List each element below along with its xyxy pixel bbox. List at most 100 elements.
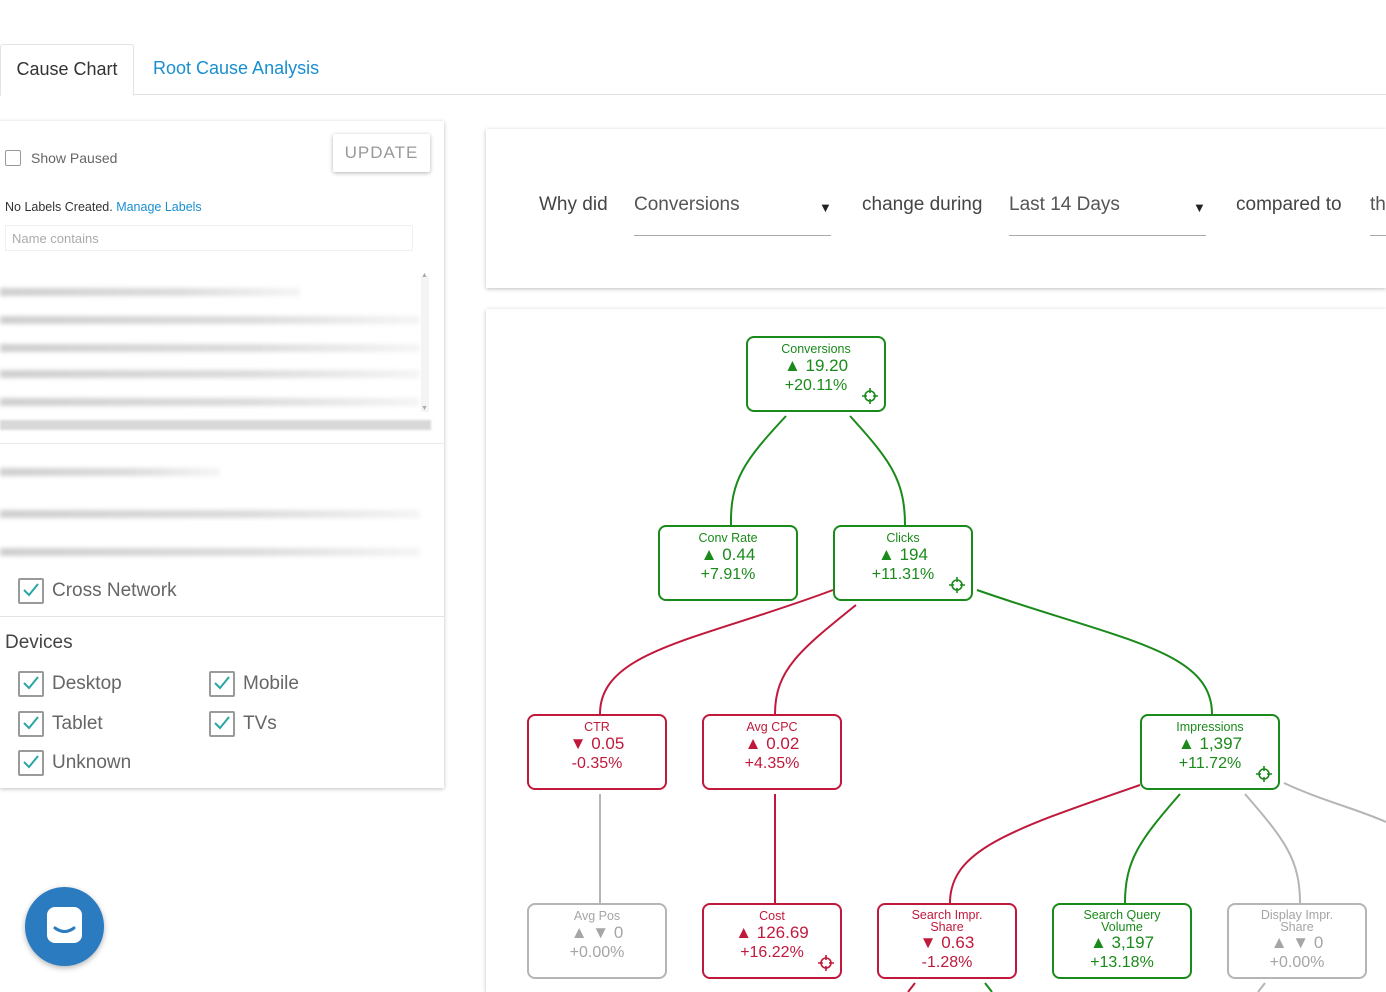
cross-network-option[interactable]: Cross Network bbox=[18, 578, 177, 604]
no-labels-text: No Labels Created. bbox=[5, 200, 113, 214]
device-mobile-label: Mobile bbox=[243, 673, 299, 694]
device-desktop-label: Desktop bbox=[52, 673, 122, 694]
list-item[interactable] bbox=[0, 468, 220, 476]
device-tablet-label: Tablet bbox=[52, 713, 103, 734]
show-paused-option[interactable]: Show Paused bbox=[5, 150, 117, 166]
device-mobile-option[interactable]: Mobile bbox=[209, 671, 299, 697]
comparison-select-value: th bbox=[1370, 194, 1386, 215]
crosshair-icon[interactable] bbox=[1256, 766, 1272, 782]
node-percent: +7.91% bbox=[700, 566, 756, 583]
show-paused-label: Show Paused bbox=[31, 150, 118, 166]
node-display-impr-share[interactable]: Display Impr. Share ▲ ▼ 0 +0.00% bbox=[1227, 903, 1367, 979]
device-desktop-checkbox[interactable] bbox=[18, 671, 44, 697]
node-title: Clicks bbox=[886, 531, 920, 545]
node-percent: +13.18% bbox=[1090, 954, 1154, 971]
node-percent: +4.35% bbox=[744, 755, 800, 772]
node-value: ▲ 126.69 bbox=[735, 923, 809, 942]
scroll-up-icon[interactable]: ▲ bbox=[421, 272, 428, 279]
node-title: CTR bbox=[584, 720, 610, 734]
node-percent: +0.00% bbox=[569, 944, 625, 961]
node-value: ▲ 1,397 bbox=[1177, 734, 1243, 753]
crosshair-icon[interactable] bbox=[862, 388, 878, 404]
node-avg-pos[interactable]: Avg Pos ▲ ▼ 0 +0.00% bbox=[527, 903, 667, 979]
metric-select[interactable]: Conversions bbox=[634, 194, 831, 236]
tab-root-cause-analysis[interactable]: Root Cause Analysis bbox=[153, 44, 319, 94]
device-tvs-option[interactable]: TVs bbox=[209, 711, 277, 737]
update-button[interactable]: UPDATE bbox=[333, 134, 430, 172]
device-unknown-label: Unknown bbox=[52, 752, 132, 773]
comparison-select[interactable]: th bbox=[1370, 194, 1386, 236]
cross-network-checkbox[interactable] bbox=[18, 578, 44, 604]
node-title: Cost bbox=[759, 909, 785, 923]
scroll-down-icon[interactable]: ▼ bbox=[421, 405, 428, 412]
labels-info: No Labels Created. Manage Labels bbox=[5, 200, 202, 214]
dropdown-arrow-icon[interactable]: ▼ bbox=[1193, 200, 1206, 215]
chat-launcher-button[interactable] bbox=[25, 887, 104, 966]
list-item[interactable] bbox=[0, 510, 420, 518]
node-title: Impressions bbox=[1176, 720, 1244, 734]
node-search-query-volume[interactable]: Search Query Volume ▲ 3,197 +13.18% bbox=[1052, 903, 1192, 979]
checkmark-icon bbox=[214, 676, 230, 690]
list-item[interactable] bbox=[0, 316, 420, 324]
node-clicks[interactable]: Clicks ▲ 194 +11.31% bbox=[833, 525, 973, 601]
change-during-text: change during bbox=[862, 194, 983, 215]
checkmark-icon bbox=[23, 755, 39, 769]
period-select[interactable]: Last 14 Days bbox=[1009, 194, 1206, 236]
checkmark-icon bbox=[23, 583, 39, 597]
device-tvs-label: TVs bbox=[243, 713, 277, 734]
horizontal-scrollbar[interactable] bbox=[0, 420, 431, 430]
list-item[interactable] bbox=[0, 344, 420, 352]
checkmark-icon bbox=[214, 716, 230, 730]
metric-select-value: Conversions bbox=[634, 194, 740, 215]
device-unknown-option[interactable]: Unknown bbox=[18, 750, 131, 776]
chat-icon bbox=[47, 907, 82, 943]
checkmark-icon bbox=[23, 676, 39, 690]
node-value: ▲ ▼ 0 bbox=[1270, 933, 1324, 952]
node-percent: -1.28% bbox=[921, 954, 973, 971]
show-paused-checkbox[interactable] bbox=[5, 150, 21, 166]
device-mobile-checkbox[interactable] bbox=[209, 671, 235, 697]
node-impressions[interactable]: Impressions ▲ 1,397 +11.72% bbox=[1140, 714, 1280, 790]
node-title: Avg Pos bbox=[573, 909, 621, 923]
compared-to-text: compared to bbox=[1236, 194, 1342, 215]
why-did-text: Why did bbox=[539, 194, 608, 215]
node-percent: -0.35% bbox=[571, 755, 623, 772]
node-value: ▼ 0.63 bbox=[919, 933, 975, 952]
device-unknown-checkbox[interactable] bbox=[18, 750, 44, 776]
crosshair-icon[interactable] bbox=[949, 577, 965, 593]
divider bbox=[0, 443, 444, 444]
list-item[interactable] bbox=[0, 370, 420, 378]
campaign-list[interactable] bbox=[0, 272, 432, 432]
name-contains-input[interactable]: Name contains bbox=[5, 225, 413, 251]
node-cost[interactable]: Cost ▲ 126.69 +16.22% bbox=[702, 903, 842, 979]
list-item[interactable] bbox=[0, 548, 420, 556]
node-value: ▲ 194 bbox=[878, 545, 928, 564]
device-tvs-checkbox[interactable] bbox=[209, 711, 235, 737]
devices-title: Devices bbox=[5, 632, 73, 653]
list-item[interactable] bbox=[0, 398, 420, 406]
tab-cause-chart[interactable]: Cause Chart bbox=[0, 44, 134, 96]
node-value: ▲ ▼ 0 bbox=[570, 923, 624, 942]
node-value: ▲ 0.02 bbox=[744, 734, 800, 753]
node-ctr[interactable]: CTR ▼ 0.05 -0.35% bbox=[527, 714, 667, 790]
node-conversions[interactable]: Conversions ▲ 19.20 +20.11% bbox=[746, 336, 886, 412]
node-title-line2: Share bbox=[1280, 920, 1314, 934]
node-conv-rate[interactable]: Conv Rate ▲ 0.44 +7.91% bbox=[658, 525, 798, 601]
list-scrollbar[interactable] bbox=[421, 276, 429, 412]
node-avg-cpc[interactable]: Avg CPC ▲ 0.02 +4.35% bbox=[702, 714, 842, 790]
checkmark-icon bbox=[23, 716, 39, 730]
device-desktop-option[interactable]: Desktop bbox=[18, 671, 122, 697]
tab-bar: Cause Chart Root Cause Analysis bbox=[0, 44, 1386, 96]
node-title: Conv Rate bbox=[698, 531, 758, 545]
period-select-value: Last 14 Days bbox=[1009, 194, 1120, 215]
dropdown-arrow-icon[interactable]: ▼ bbox=[819, 200, 832, 215]
node-value: ▼ 0.05 bbox=[569, 734, 625, 753]
device-tablet-checkbox[interactable] bbox=[18, 711, 44, 737]
cross-network-label: Cross Network bbox=[52, 580, 177, 601]
manage-labels-link[interactable]: Manage Labels bbox=[116, 200, 201, 214]
secondary-list[interactable] bbox=[0, 460, 432, 560]
list-item[interactable] bbox=[0, 288, 300, 296]
device-tablet-option[interactable]: Tablet bbox=[18, 711, 103, 737]
crosshair-icon[interactable] bbox=[818, 955, 834, 971]
node-search-impr-share[interactable]: Search Impr. Share ▼ 0.63 -1.28% bbox=[877, 903, 1017, 979]
